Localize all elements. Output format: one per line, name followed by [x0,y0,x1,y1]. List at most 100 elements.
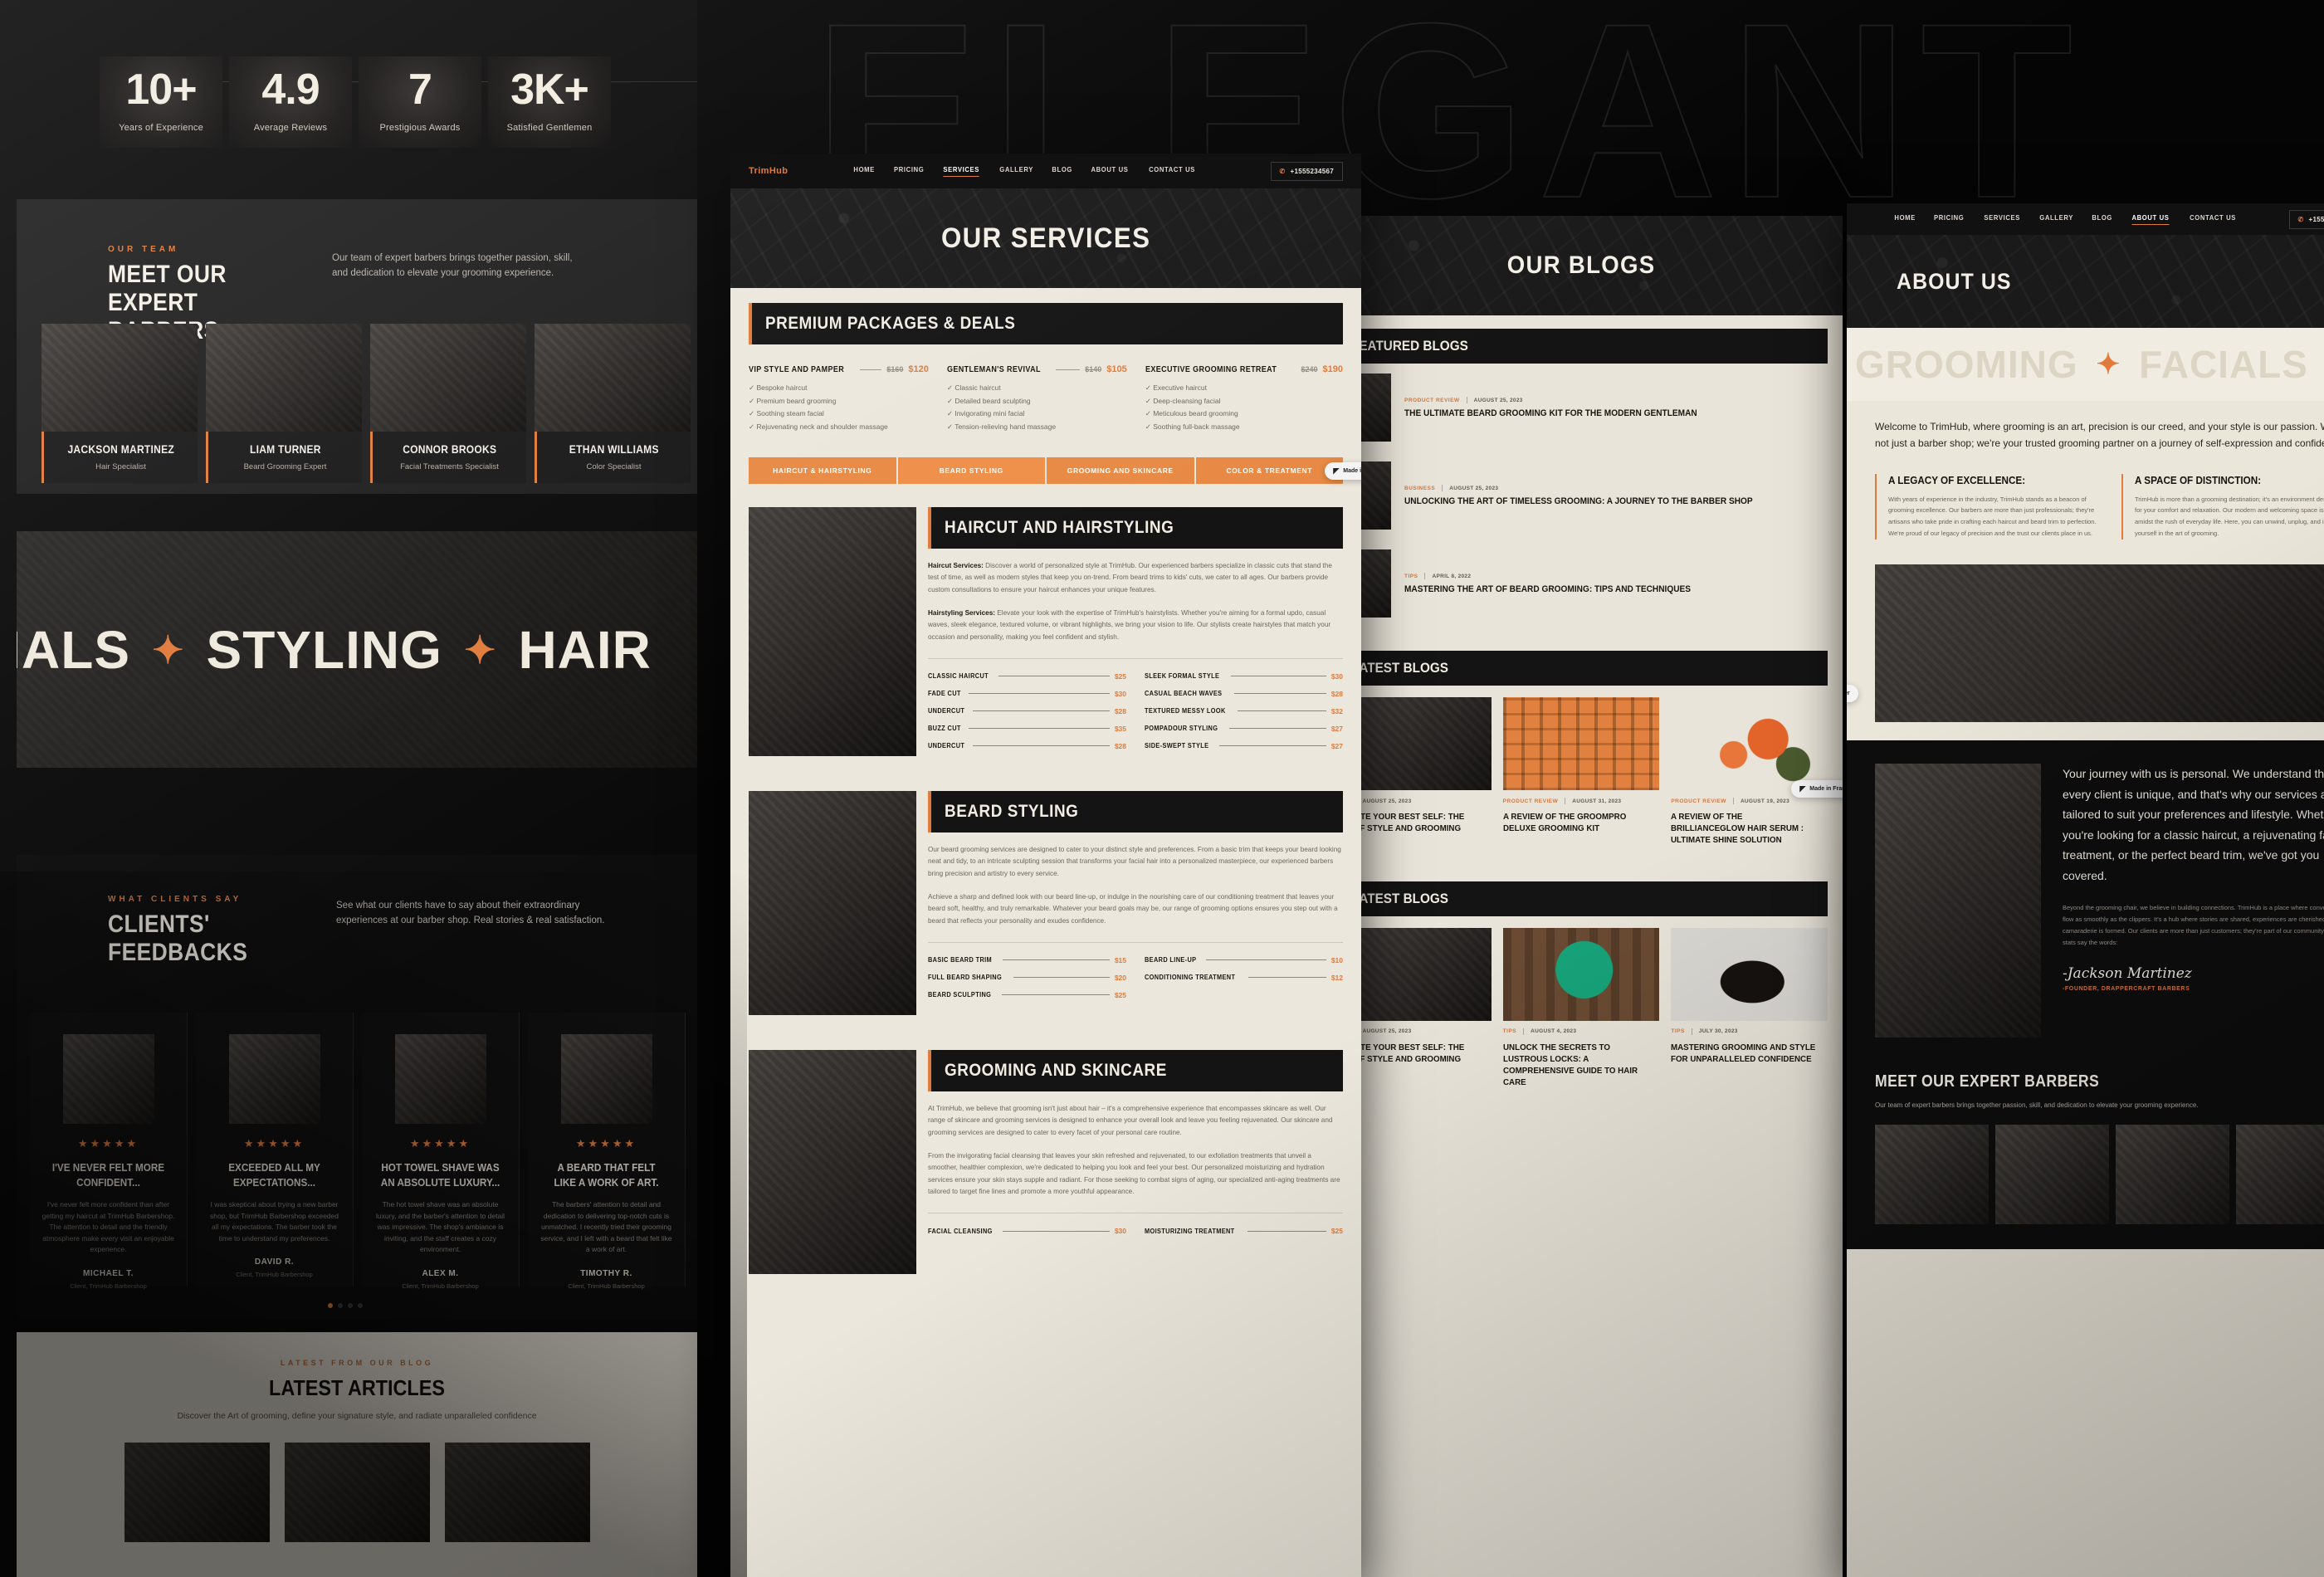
barber-card[interactable]: CONNOR BROOKS Facial Treatments Speciali… [370,324,526,483]
barber-name: ETHAN WILLIAMS [569,442,659,456]
feedback-card[interactable]: ★★★★★ I'VE NEVER FELT MORE CONFIDENT... … [30,1013,188,1290]
about-column-body: With years of experience in the industry… [1888,495,2097,538]
article-card[interactable] [124,1443,270,1542]
about-journey-photo [1875,764,2041,1038]
phone-button[interactable]: ✆ +1555234567 [1270,161,1343,181]
about-column: A SPACE OF DISTINCTION: TrimHub is more … [2121,473,2324,540]
framer-icon: ◤ [1333,466,1340,475]
feedback-author-role: Client, TrimHub Barbershop [402,1282,479,1291]
blogs-hero: OUR BLOGS [1320,216,1843,315]
about-column-body: TrimHub is more than a grooming destinat… [2135,495,2324,538]
marquee-section: CIALS ✦ STYLING ✦ HAIR [17,531,697,768]
made-in-framer-badge[interactable]: ◤ Made in Framer [1325,462,1361,480]
section-paragraph: Haircut Services: Discover a world of pe… [928,561,1332,593]
made-in-framer-badge[interactable]: ◤ Made in Framer [1791,780,1843,798]
feedback-card[interactable]: ★★★★★ EXCEEDED ALL MY EXPECTATIONS... I … [196,1013,354,1286]
nav-item-home[interactable]: HOME [1894,213,1915,225]
barber-photo[interactable] [2116,1124,2229,1224]
blog-title: MASTERING GROOMING AND STYLE FOR UNPARAL… [1671,1042,1816,1064]
articles-cards [17,1443,697,1542]
feedback-card[interactable]: ★★★★★ A BEARD THAT FELT LIKE A WORK OF A… [528,1013,686,1290]
rating-stars: ★★★★★ [575,1137,637,1150]
tab-color-treatment[interactable]: COLOR & TREATMENT [1195,456,1343,484]
check-icon: ✓ [1145,422,1154,432]
services-body: PREMIUM PACKAGES & DEALS VIP STYLE AND P… [730,288,1361,1274]
feedback-body: I was skeptical about trying a new barbe… [210,1200,339,1243]
feedback-author: TIMOTHY R. [580,1269,632,1279]
section-paragraph: Achieve a sharp and defined look with ou… [928,892,1338,925]
featured-blog-row[interactable]: TIPS APRIL 8, 2022 MASTERING THE ART OF … [1320,540,1843,627]
divider [1732,798,1734,804]
nav-item-about-us[interactable]: ABOUT US [1091,165,1129,177]
blog-card[interactable]: TIPS AUGUST 4, 2023 UNLOCK THE SECRETS T… [1502,927,1660,1089]
tab-beard-styling[interactable]: BEARD STYLING [897,456,1045,484]
barber-photo[interactable] [1875,1124,1989,1224]
barber-photo[interactable] [1995,1124,2109,1224]
spark-icon: ✦ [2096,349,2121,380]
carousel-dot[interactable] [338,1303,343,1308]
package-old-price: $160 [886,365,904,374]
marquee-word: GROOMING [1855,343,2078,386]
about-column-heading: A SPACE OF DISTINCTION: [2135,473,2262,486]
package-new-price: $120 [908,364,929,374]
carousel-dot[interactable] [358,1303,363,1308]
stat-label: Years of Experience [119,123,203,133]
tab-grooming-skincare[interactable]: GROOMING AND SKINCARE [1047,456,1194,484]
nav-item-pricing[interactable]: PRICING [894,165,924,177]
blog-card[interactable]: TIPS JULY 30, 2023 MASTERING GROOMING AN… [1671,927,1828,1089]
carousel-dot[interactable] [328,1303,333,1308]
feedback-author: ALEX M. [422,1269,459,1279]
blog-card[interactable]: PRODUCT REVIEW AUGUST 31, 2023 A REVIEW … [1502,697,1660,847]
featured-blog-row[interactable]: BUSINESS AUGUST 25, 2023 UNLOCKING THE A… [1320,452,1843,540]
package-card[interactable]: VIP STYLE AND PAMPER $160 $120 ✓ Bespoke… [749,364,929,434]
blog-card[interactable]: PRODUCT REVIEW AUGUST 19, 2023 A REVIEW … [1671,697,1828,847]
nav-item-services[interactable]: SERVICES [943,165,980,177]
feedback-body: I've never felt more confident than afte… [42,1200,175,1254]
barber-card[interactable]: JACKSON MARTINEZ Hair Specialist [42,324,198,483]
nav-item-services[interactable]: SERVICES [1984,213,2020,225]
blog-date: AUGUST 25, 2023 [1473,397,1523,403]
latest-blogs-title-2: LATEST BLOGS [1351,890,1449,906]
carousel-dot[interactable] [348,1303,353,1308]
nav-item-blog[interactable]: BLOG [1052,165,1072,177]
nav-item-blog[interactable]: BLOG [2092,213,2113,225]
stat-label: Average Reviews [253,123,328,133]
brand-logo[interactable]: TrimHub [749,166,788,176]
latest-blogs-row-2: TIPS AUGUST 25, 2023 ELEVATE YOUR BEST S… [1320,916,1843,1089]
barber-card[interactable]: ETHAN WILLIAMS Color Specialist [535,324,691,483]
featured-blog-row[interactable]: PRODUCT REVIEW AUGUST 25, 2023 THE ULTIM… [1320,364,1843,452]
barber-photo[interactable] [2236,1124,2324,1224]
package-card[interactable]: EXECUTIVE GROOMING RETREAT $240 $190 ✓ E… [1145,364,1343,434]
nav-item-gallery[interactable]: GALLERY [2039,213,2073,225]
nav-item-contact-us[interactable]: CONTACT US [2190,213,2236,225]
nav-item-gallery[interactable]: GALLERY [999,165,1033,177]
barber-name: CONNOR BROOKS [402,442,497,456]
latest-blogs-title: LATEST BLOGS [1351,660,1449,676]
package-card[interactable]: GENTLEMAN'S REVIVAL $140 $105 ✓ Classic … [947,364,1127,434]
blog-category: PRODUCT REVIEW [1404,397,1460,403]
feedback-author-role: Client, TrimHub Barbershop [568,1282,645,1291]
blog-image [1502,927,1660,1021]
package-feature: ✓ Bespoke haircut [749,383,808,392]
nav-item-home[interactable]: HOME [854,165,875,177]
feedback-card[interactable]: ★★★★★ HOT TOWEL SHAVE WAS AN ABSOLUTE LU… [362,1013,520,1290]
nav-item-contact-us[interactable]: CONTACT US [1149,165,1195,177]
barber-card[interactable]: LIAM TURNER Beard Grooming Expert [206,324,362,483]
price-row: UNDERCUT $28 [928,741,1126,750]
latest-blogs-band-2: LATEST BLOGS [1335,881,1828,916]
about-marquee: GROOMING ✦ FACIALS ✦ [1847,328,2324,401]
divider [1056,369,1081,370]
stat-number: 4.9 [261,66,320,114]
made-in-framer-badge[interactable]: ◤ Made in Framer [1847,685,1858,702]
nav-item-pricing[interactable]: PRICING [1934,213,1964,225]
packages-heading-bar: PREMIUM PACKAGES & DEALS [749,303,1343,344]
articles-eyebrow: LATEST FROM OUR BLOG [280,1359,434,1367]
article-card[interactable] [444,1443,590,1542]
marquee-word: STYLING [206,619,442,680]
nav-item-about-us[interactable]: ABOUT US [2131,213,2170,225]
carousel-dots[interactable] [328,1303,363,1308]
phone-button[interactable]: ✆ +1555234567 [2288,209,2324,229]
feedback-body: The barbers' attention to detail and ded… [540,1200,672,1254]
article-card[interactable] [284,1443,430,1542]
tab-haircut-hairstyling[interactable]: HAIRCUT & HAIRSTYLING [749,456,896,484]
